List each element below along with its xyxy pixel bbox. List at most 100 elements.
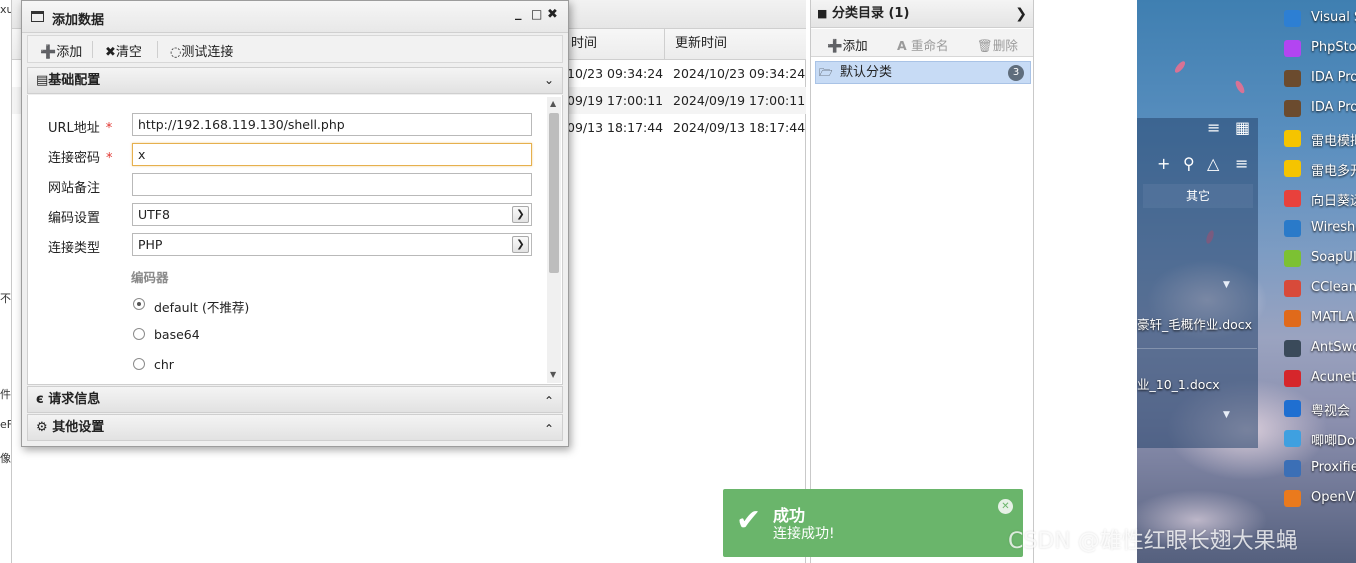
left-fragment: eFi [0,418,12,431]
chevron-right-icon[interactable]: ❯ [1015,0,1027,28]
left-fragment: 像 [0,452,11,465]
encoding-value: UTF8 [138,207,170,222]
plus-icon[interactable]: + [1157,154,1170,173]
app-icon [1284,100,1301,117]
category-delete-button[interactable]: 🗑删除 [977,35,1018,54]
url-input[interactable] [132,113,532,136]
desktop-file[interactable]: 豪轩_毛概作业.docx [1137,314,1252,333]
connection-type-select[interactable]: PHP ❯ [132,233,532,256]
encoding-select[interactable]: UTF8 ❯ [132,203,532,226]
ie-icon: є [36,392,44,407]
desktop-app-shortcut[interactable]: 唧唧Dow [1282,423,1356,453]
type-label: 连接类型 [48,241,101,256]
desktop-app-shortcut[interactable]: Visual S [1282,3,1356,33]
desktop-app-shortcut[interactable]: 向日葵远 [1282,183,1356,213]
desktop-app-shortcut[interactable]: CCleane [1282,273,1356,303]
clear-button[interactable]: ✖清空 [105,41,142,60]
desktop-app-shortcut[interactable]: SoapUI [1282,243,1356,273]
desktop-app-shortcut[interactable]: Acunetix [1282,363,1356,393]
desktop-app-shortcut[interactable]: 雷电模拟 [1282,123,1356,153]
desktop-background: ≡ ▦ + ⚲ △ ≡ 其它 ▼ 豪轩_毛概作业.docx 业_10_1.doc… [1137,0,1356,563]
search-icon[interactable]: ⚲ [1183,154,1195,173]
column-header-updated[interactable]: 更新时间 [664,29,806,59]
app-icon [1284,190,1301,207]
app-icon [1284,490,1301,507]
window-icon [31,11,44,22]
encoding-label: 编码设置 [48,211,101,226]
section-other-settings[interactable]: ⚙ 其他设置 ⌃ [27,414,563,441]
left-fragment: 件 [0,388,11,401]
password-input[interactable] [132,143,532,166]
grid-icon[interactable]: ▦ [1235,118,1250,137]
font-icon: A [897,38,912,53]
category-item-default[interactable]: 🗁 默认分类 3 [815,61,1031,84]
dialog-toolbar: ➕添加 ✖清空 ◌测试连接 [27,35,563,63]
collapse-arrow-icon[interactable]: ▼ [1223,410,1230,420]
desktop-app-shortcut[interactable]: 雷电多开 [1282,153,1356,183]
minimize-icon[interactable]: _ [515,6,522,21]
app-icon [1284,340,1301,357]
column-header-created[interactable]: 时间 [560,29,666,59]
app-label: Visual S [1311,10,1356,25]
test-connection-button[interactable]: ◌测试连接 [170,41,233,60]
note-input[interactable] [132,173,532,196]
app-icon [1284,70,1301,87]
category-item-label: 默认分类 [840,65,893,80]
app-icon [1284,10,1301,27]
desktop-app-shortcut[interactable]: MATLAB [1282,303,1356,333]
connection-type-value: PHP [138,237,163,252]
app-label: AntSwor [1311,340,1356,355]
cell-updated: 2024/09/19 17:00:11 [673,93,806,108]
desktop-widget-panel: ≡ ▦ + ⚲ △ ≡ 其它 ▼ 豪轩_毛概作业.docx 业_10_1.doc… [1137,118,1258,448]
left-fragment: 不载 [0,292,11,305]
desktop-app-shortcut[interactable]: AntSwor [1282,333,1356,363]
desktop-app-shortcut[interactable]: OpenVP [1282,483,1356,513]
desktop-app-shortcut[interactable]: Proxifier [1282,453,1356,483]
gears-icon: ⚙ [36,420,48,435]
toast-message: 连接成功! [773,526,835,542]
category-add-button[interactable]: ➕添加 [827,35,868,54]
desktop-app-shortcut[interactable]: PhpStorm [1282,33,1356,63]
desktop-tab-other[interactable]: 其它 [1143,184,1253,208]
scroll-down-icon[interactable]: ▼ [550,370,556,379]
form-scrollbar[interactable]: ▲ ▼ [547,97,561,383]
section-request-info[interactable]: є 请求信息 ⌃ [27,386,563,413]
category-count-badge: 3 [1008,65,1024,81]
desktop-app-shortcut[interactable]: IDA Pro [1282,63,1356,93]
app-label: IDA Pro [1311,70,1356,85]
shirt-icon[interactable]: △ [1207,154,1219,173]
section-basic-config[interactable]: ▤基础配置 ⌄ [27,67,563,94]
success-toast: ✔ 成功 连接成功! ✕ [723,489,1023,557]
desktop-file[interactable]: 业_10_1.docx [1137,374,1220,393]
left-strip: xu 不载 件 eFi 像 [0,0,12,563]
chevron-down-icon[interactable]: ❯ [512,236,529,253]
app-label: 粤视会 [1311,404,1351,419]
maximize-icon[interactable]: □ [531,7,542,21]
desktop-app-shortcut[interactable]: 粤视会 [1282,393,1356,423]
sort-icon[interactable]: ≡ [1207,118,1220,137]
cell-created: 09/19 17:00:11 [567,93,664,108]
app-label: MATLAB [1311,310,1356,325]
note-label: 网站备注 [48,181,101,196]
app-label: SoapUI [1311,250,1356,265]
desktop-app-shortcut[interactable]: IDA Pro [1282,93,1356,123]
cell-created: 10/23 09:34:24 [567,66,664,81]
add-button[interactable]: ➕添加 [40,41,82,60]
scroll-up-icon[interactable]: ▲ [550,99,556,108]
scroll-thumb[interactable] [549,113,559,273]
cell-created: 09/13 18:17:44 [567,120,664,135]
close-icon[interactable]: ✕ [998,499,1013,514]
app-icon [1284,280,1301,297]
desktop-app-shortcut[interactable]: Wiresha [1282,213,1356,243]
app-icon [1284,400,1301,417]
dialog-titlebar[interactable]: 添加数据 _ □ ✖ [22,1,568,33]
petal [1233,79,1247,95]
menu-icon[interactable]: ≡ [1235,154,1248,173]
category-rename-button[interactable]: A 重命名 [897,35,949,54]
close-icon[interactable]: ✖ [547,7,558,22]
chevron-down-icon[interactable]: ❯ [512,206,529,223]
folder-open-icon: 🗁 [819,66,833,79]
collapse-arrow-icon[interactable]: ▼ [1223,280,1230,290]
password-label: 连接密码 * [48,151,113,166]
divider [157,41,158,58]
